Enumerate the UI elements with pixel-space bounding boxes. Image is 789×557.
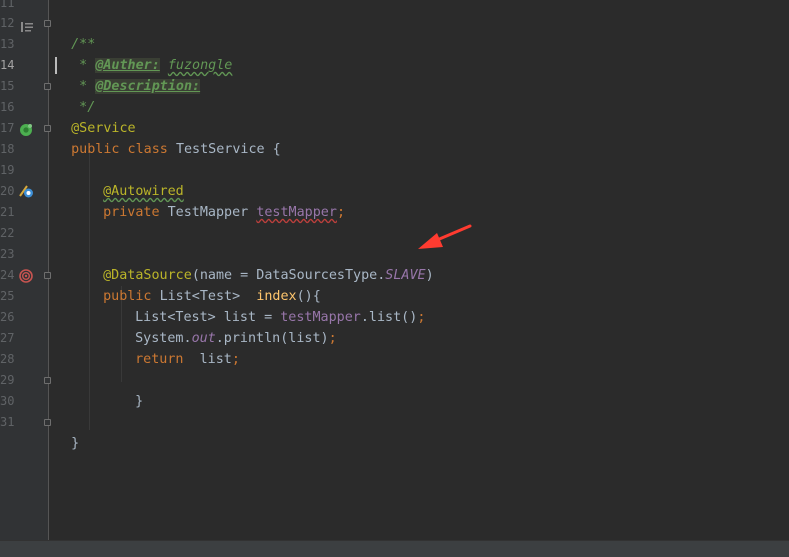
horizontal-scrollbar[interactable] [0, 540, 789, 557]
annotation-arrow-icon [418, 224, 472, 249]
